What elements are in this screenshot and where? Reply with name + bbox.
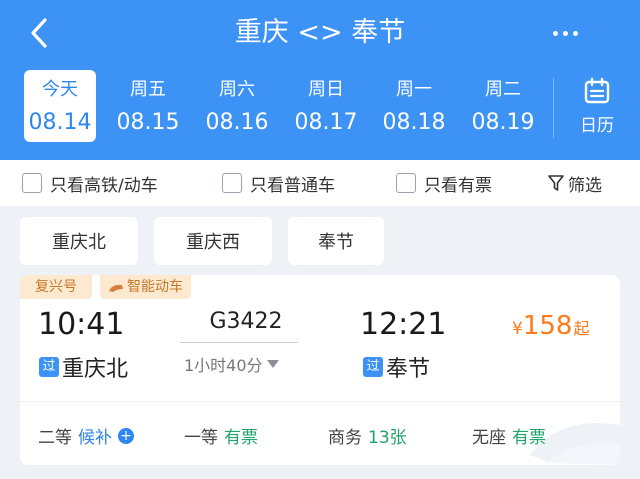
seat-first-class: 一等 有票 [184, 423, 258, 448]
checkbox-icon[interactable] [396, 173, 416, 193]
depart-station-name: 重庆北 [62, 357, 129, 382]
price-currency: ¥ [512, 319, 523, 339]
date-day-label: 周五 [130, 79, 166, 100]
calendar-label: 日历 [580, 116, 614, 136]
duration-toggle[interactable]: 1小时40分 [184, 352, 279, 376]
train-number: G3422 [209, 309, 283, 334]
plus-circle-icon[interactable]: + [118, 427, 134, 444]
seat-status: 有票 [512, 428, 546, 448]
date-tab-fri[interactable]: 周五 08.15 [112, 70, 184, 142]
date-value: 08.17 [294, 110, 358, 135]
pass-through-icon: 过 [39, 357, 59, 377]
seat-class: 商务 [328, 428, 362, 448]
date-tab-tue[interactable]: 周二 08.19 [467, 70, 539, 142]
seat-status: 有票 [224, 428, 258, 448]
date-selector: 今天 08.14 周五 08.15 周六 08.16 周日 08.17 周一 0… [0, 68, 560, 148]
calendar-divider [553, 78, 554, 138]
arrive-station: 过 奉节 [363, 351, 430, 383]
arrive-time: 12:21 [360, 307, 447, 342]
more-dots-icon [552, 30, 578, 36]
price-value: 158 [522, 311, 573, 341]
seat-business: 商务 13张 [328, 423, 407, 448]
smart-emu-tag: 智能动车 [100, 275, 191, 299]
date-value: 08.16 [205, 110, 269, 135]
date-day-label: 周日 [308, 79, 344, 100]
seat-no-seat: 无座 有票 [472, 423, 546, 448]
top-header: 重庆 <> 奉节 今天 08.14 周五 08.15 周六 08.16 周日 0… [0, 0, 640, 160]
station-chip-chongqing-north[interactable]: 重庆北 [20, 217, 138, 265]
seat-status: 13张 [368, 428, 407, 448]
date-day-label: 周六 [219, 79, 255, 100]
filter-available-only[interactable]: 只看有票 [396, 170, 492, 196]
filter-bar: 只看高铁/动车 只看普通车 只看有票 筛选 [0, 160, 640, 206]
more-button[interactable] [540, 14, 590, 52]
card-divider [20, 401, 620, 402]
date-tab-today[interactable]: 今天 08.14 [24, 70, 96, 142]
date-day-label: 今天 [42, 79, 78, 100]
filter-label: 只看有票 [424, 175, 492, 196]
train-card[interactable]: 复兴号 智能动车 10:41 G3422 1小时40分 12:21 过 重庆北 … [20, 275, 620, 465]
sift-label: 筛选 [568, 175, 602, 196]
sift-button[interactable]: 筛选 [548, 170, 602, 196]
calendar-icon [584, 77, 610, 104]
station-chips: 重庆北 重庆西 奉节 [0, 206, 640, 268]
filter-label: 只看高铁/动车 [50, 175, 158, 196]
route-line [180, 342, 298, 343]
arrive-station-name: 奉节 [386, 357, 431, 382]
filter-normal-train[interactable]: 只看普通车 [222, 170, 335, 196]
fuxing-tag: 复兴号 [20, 275, 92, 299]
date-value: 08.14 [28, 110, 92, 135]
date-value: 08.19 [471, 110, 535, 135]
date-tab-sun[interactable]: 周日 08.17 [290, 70, 362, 142]
calendar-button[interactable]: 日历 [564, 76, 630, 146]
filter-high-speed[interactable]: 只看高铁/动车 [22, 170, 158, 196]
filter-label: 只看普通车 [250, 175, 335, 196]
smart-emu-label: 智能动车 [127, 279, 183, 295]
depart-time: 10:41 [38, 307, 125, 342]
price-suffix: 起 [573, 319, 590, 338]
seat-second-class[interactable]: 二等 候补 + [38, 423, 134, 448]
seat-class: 一等 [184, 428, 218, 448]
date-value: 08.18 [382, 110, 446, 135]
date-value: 08.15 [116, 110, 180, 135]
checkbox-icon[interactable] [222, 173, 242, 193]
seat-class: 二等 [38, 428, 72, 448]
checkbox-icon[interactable] [22, 173, 42, 193]
waitlist-label: 候补 [78, 428, 112, 448]
depart-station: 过 重庆北 [39, 351, 128, 383]
train-badge-icon [109, 284, 123, 292]
price: ¥ 158 起 [512, 311, 589, 341]
station-chip-chongqing-west[interactable]: 重庆西 [154, 217, 272, 265]
station-chip-fengjie[interactable]: 奉节 [288, 217, 384, 265]
date-tab-sat[interactable]: 周六 08.16 [201, 70, 273, 142]
caret-down-icon [266, 360, 279, 368]
funnel-icon [548, 175, 564, 191]
seat-class: 无座 [472, 428, 506, 448]
date-day-label: 周一 [396, 79, 432, 100]
duration-text: 1小时40分 [184, 356, 263, 375]
pass-through-icon: 过 [363, 357, 383, 377]
date-tab-mon[interactable]: 周一 08.18 [378, 70, 450, 142]
date-day-label: 周二 [485, 79, 521, 100]
